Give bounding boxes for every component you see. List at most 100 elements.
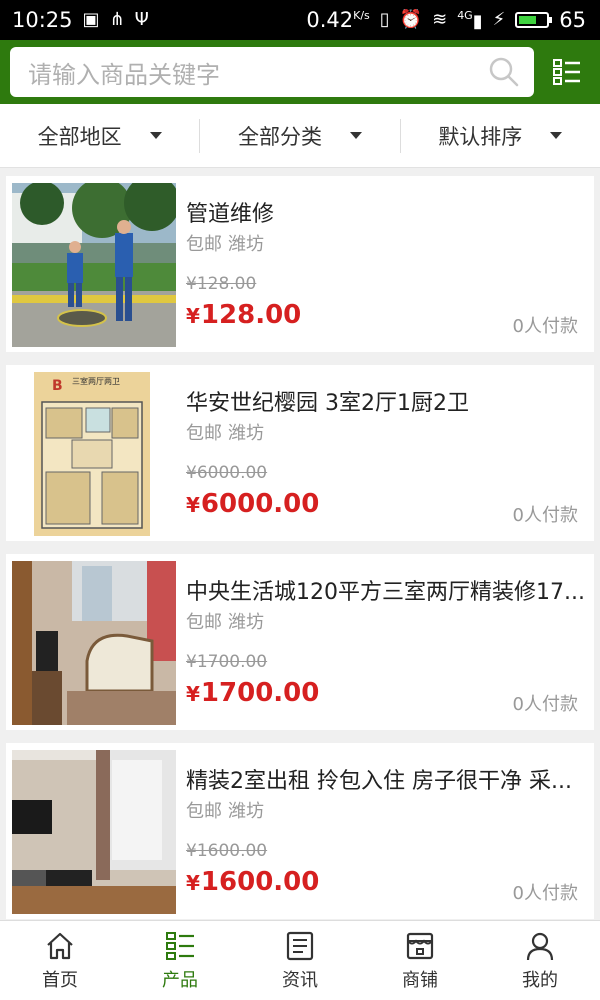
network-speed: 0.42K/s <box>306 8 369 32</box>
shipping-tag: 包邮 <box>186 612 222 633</box>
living-room-photo <box>12 561 176 725</box>
sale-price: ¥1600.00 <box>186 867 319 897</box>
product-title: 精装2室出租 拎包入住 房子很干净 采... <box>186 769 572 794</box>
status-left: 10:25 ▣ ⋔ Ψ <box>12 8 149 32</box>
nav-products-label: 产品 <box>162 969 198 991</box>
network-speed-unit: K/s <box>353 9 370 22</box>
sale-price-value: 128.00 <box>200 300 302 330</box>
nav-news[interactable]: 资讯 <box>240 921 360 1000</box>
original-price: ¥1600.00 <box>186 841 268 861</box>
filter-sort[interactable]: 默认排序 <box>399 118 600 153</box>
vibrate-icon: ▯ <box>379 9 390 30</box>
sold-count: 0人付款 <box>512 883 578 904</box>
currency-symbol: ¥ <box>186 493 200 517</box>
battery-icon <box>515 12 553 28</box>
sold-count: 0人付款 <box>512 316 578 337</box>
product-title: 中央生活城120平方三室两厅精装修17... <box>186 580 585 605</box>
apartment-photo <box>12 750 176 914</box>
shipping-tag: 包邮 <box>186 423 222 444</box>
product-image <box>12 561 176 725</box>
nav-shop-label: 商铺 <box>402 969 438 991</box>
wifi-icon: ≋ <box>432 9 448 30</box>
currency-symbol: ¥ <box>186 304 200 328</box>
product-tags: 包邮 潍坊 <box>186 608 264 634</box>
product-image <box>12 750 176 914</box>
shipping-tag: 包邮 <box>186 801 222 822</box>
nav-home[interactable]: 首页 <box>0 921 120 1000</box>
product-tags: 包邮 潍坊 <box>186 230 264 256</box>
sale-price: ¥6000.00 <box>186 489 319 519</box>
battery-percent: 65 <box>559 8 586 32</box>
product-card[interactable]: 中央生活城120平方三室两厅精装修17... 包邮 潍坊 ¥1700.00 ¥17… <box>6 554 594 730</box>
filter-region[interactable]: 全部地区 <box>0 119 199 153</box>
city-tag: 潍坊 <box>228 612 264 633</box>
search-placeholder: 请输入商品关键字 <box>28 60 220 89</box>
floor-plan-label: 三室两厅两卫 <box>72 376 120 386</box>
sale-price: ¥1700.00 <box>186 678 319 708</box>
svg-text:B: B <box>52 378 63 394</box>
nav-products[interactable]: 产品 <box>120 921 240 1000</box>
product-image <box>12 183 176 347</box>
chevron-down-icon <box>349 132 362 139</box>
sale-price-value: 1700.00 <box>200 678 320 708</box>
products-icon <box>166 931 194 960</box>
product-tags: 包邮 潍坊 <box>186 797 264 823</box>
nav-profile-label: 我的 <box>522 969 558 991</box>
signal-icon: ▮ <box>472 11 483 32</box>
sold-count: 0人付款 <box>512 505 578 526</box>
home-icon <box>47 932 73 959</box>
sold-count: 0人付款 <box>512 694 578 715</box>
chevron-down-icon <box>149 132 162 139</box>
product-card[interactable]: 管道维修 包邮 潍坊 ¥128.00 ¥128.00 0人付款 <box>6 176 594 352</box>
chevron-down-icon <box>550 132 563 139</box>
category-menu-icon[interactable] <box>552 57 582 87</box>
image-icon: ▣ <box>82 9 100 30</box>
city-tag: 潍坊 <box>228 234 264 255</box>
nav-profile[interactable]: 我的 <box>480 921 600 1000</box>
sale-price-value: 1600.00 <box>200 867 320 897</box>
bottom-nav: 首页 产品 资讯 商铺 我的 <box>0 920 600 1000</box>
header: 请输入商品关键字 <box>0 40 600 104</box>
nav-shop[interactable]: 商铺 <box>360 921 480 1000</box>
share-icon: ⋔ <box>109 9 125 30</box>
search-icon[interactable] <box>488 56 520 88</box>
product-card[interactable]: B 三室两厅两卫 华安世纪樱园 3室2厅1厨2卫 包邮 潍坊 ¥6000.00 ¥… <box>6 365 594 541</box>
signal-indicator: 4G▮ <box>457 8 482 32</box>
filter-category[interactable]: 全部分类 <box>199 118 399 153</box>
filter-sort-label: 默认排序 <box>438 124 523 149</box>
sale-price: ¥128.00 <box>186 300 301 330</box>
usb-icon: Ψ <box>134 9 149 30</box>
nav-news-label: 资讯 <box>282 969 318 991</box>
floor-plan: B 三室两厅两卫 <box>12 372 176 536</box>
shop-icon <box>406 932 434 959</box>
product-image: B 三室两厅两卫 <box>12 372 176 536</box>
network-speed-value: 0.42 <box>306 8 354 32</box>
network-type: 4G <box>457 9 473 22</box>
shipping-tag: 包邮 <box>186 234 222 255</box>
status-right: 0.42K/s ▯ ⏰ ≋ 4G▮ ⚡ 65 <box>306 8 586 32</box>
product-title: 华安世纪樱园 3室2厅1厨2卫 <box>186 391 469 416</box>
profile-icon <box>526 932 554 960</box>
product-card[interactable]: 精装2室出租 拎包入住 房子很干净 采... 包邮 潍坊 ¥1600.00 ¥16… <box>6 743 594 919</box>
original-price: ¥128.00 <box>186 274 257 294</box>
product-title: 管道维修 <box>186 202 275 227</box>
product-tags: 包邮 潍坊 <box>186 419 264 445</box>
filter-bar: 全部地区 全部分类 默认排序 <box>0 104 600 168</box>
city-tag: 潍坊 <box>228 423 264 444</box>
original-price: ¥1700.00 <box>186 652 268 672</box>
city-tag: 潍坊 <box>228 801 264 822</box>
pipe-repair-photo <box>12 183 176 347</box>
filter-category-label: 全部分类 <box>237 124 322 149</box>
original-price: ¥6000.00 <box>186 463 268 483</box>
status-time: 10:25 <box>12 8 73 32</box>
alarm-icon: ⏰ <box>399 9 423 30</box>
sale-price-value: 6000.00 <box>200 489 320 519</box>
status-bar: 10:25 ▣ ⋔ Ψ 0.42K/s ▯ ⏰ ≋ 4G▮ ⚡ 65 <box>0 0 600 40</box>
news-icon <box>286 931 314 960</box>
filter-region-label: 全部地区 <box>37 124 122 149</box>
product-list: 管道维修 包邮潍坊 ¥128.00 ¥128.00 0人付款 B 三室两厅两卫 <box>0 168 600 920</box>
search-input[interactable]: 请输入商品关键字 <box>10 47 534 97</box>
charging-icon: ⚡ <box>492 9 506 30</box>
battery-fill <box>519 16 537 24</box>
nav-home-label: 首页 <box>42 969 78 991</box>
